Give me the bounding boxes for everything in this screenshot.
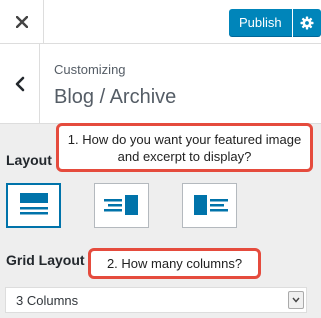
grid-layout-label: Grid Layout: [6, 252, 85, 268]
gear-icon: [300, 16, 314, 29]
publish-settings-button[interactable]: [292, 9, 321, 36]
customizer-header: Publish: [0, 0, 321, 44]
page-title: Blog / Archive: [54, 86, 177, 108]
layout-option-image-left-text-right[interactable]: [182, 183, 237, 228]
publish-actions: Publish: [229, 9, 321, 36]
chevron-down-icon: [292, 297, 300, 303]
back-button[interactable]: [0, 44, 40, 123]
close-icon: [15, 15, 28, 28]
layout-image-left-text-right-icon: [194, 195, 228, 215]
annotation-callout-2: 2. How many columns?: [88, 248, 261, 279]
breadcrumb: Customizing: [54, 62, 126, 77]
grid-columns-select[interactable]: 3 Columns: [5, 287, 307, 313]
grid-columns-value: 3 Columns: [16, 293, 79, 308]
chevron-left-icon: [15, 76, 24, 91]
select-arrow-button: [288, 291, 304, 309]
publish-button[interactable]: Publish: [229, 9, 292, 36]
layout-label: Layout: [6, 152, 52, 168]
layout-text-left-image-right-icon: [104, 195, 138, 215]
close-button[interactable]: [0, 0, 44, 43]
layout-option-text-left-image-right[interactable]: [94, 183, 149, 228]
layout-option-image-above-text[interactable]: [6, 183, 61, 228]
layout-image-above-text-icon: [20, 193, 48, 215]
annotation-callout-1: 1. How do you want your featured image a…: [56, 123, 313, 172]
section-header: Customizing Blog / Archive: [0, 44, 321, 124]
